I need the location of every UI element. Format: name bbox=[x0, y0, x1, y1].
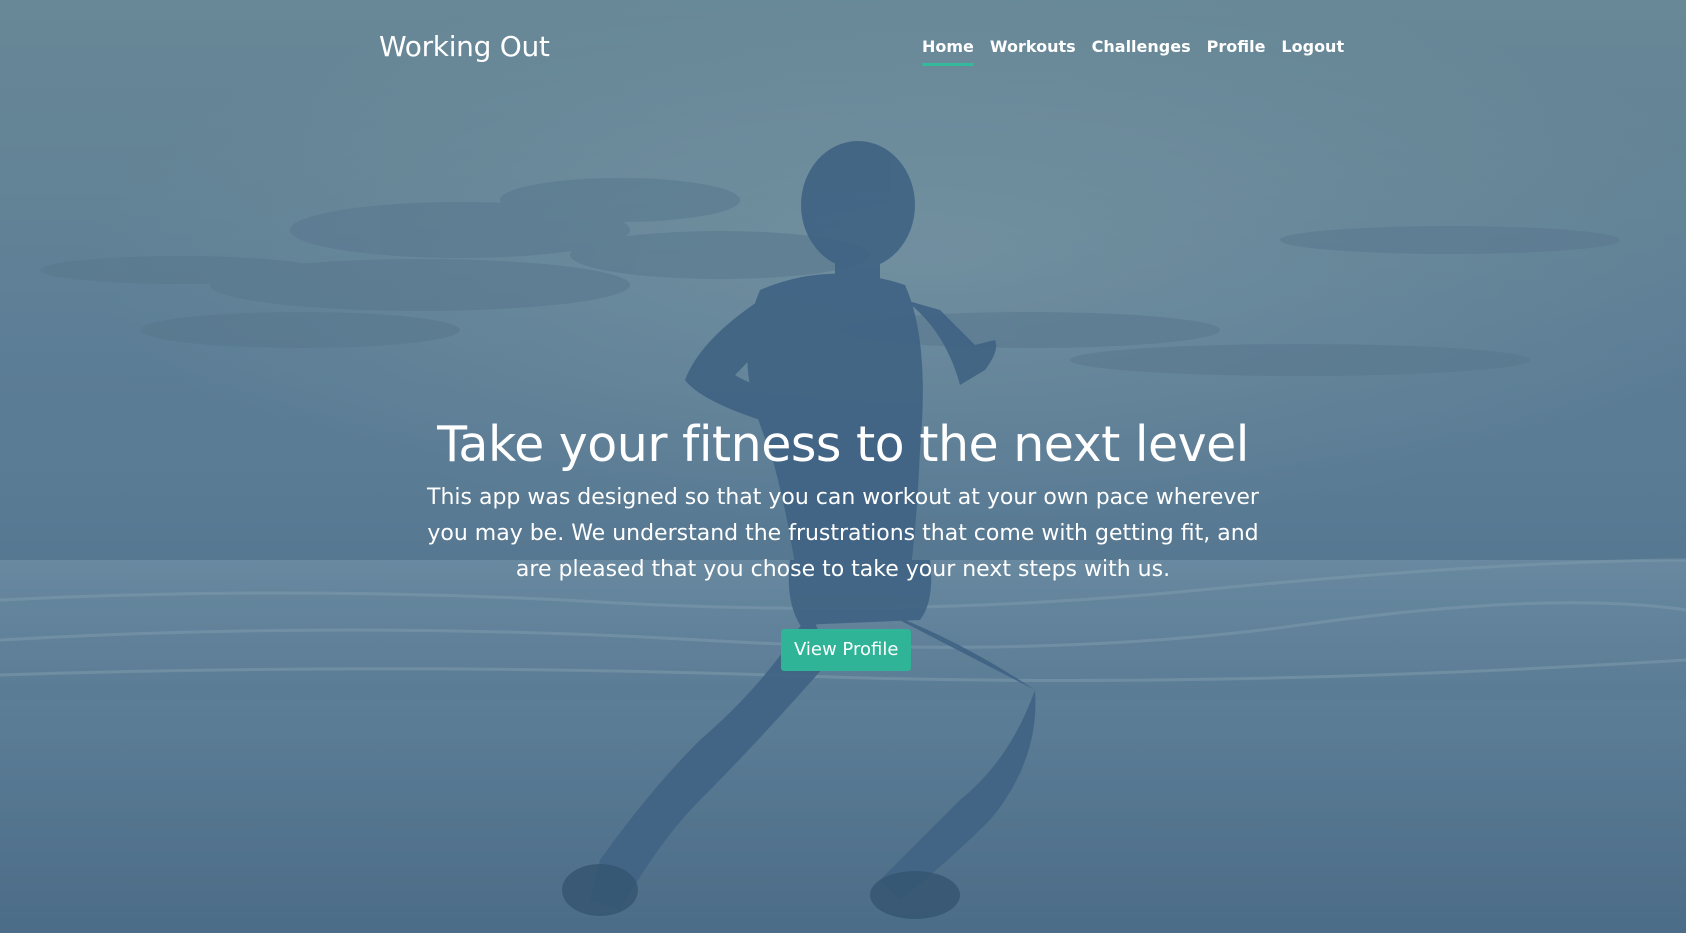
top-navbar: Working Out Home Workouts Challenges Pro… bbox=[0, 0, 1686, 90]
view-profile-button[interactable]: View Profile bbox=[781, 629, 912, 671]
hero-section: Working Out Home Workouts Challenges Pro… bbox=[0, 0, 1686, 933]
nav-link-home[interactable]: Home bbox=[922, 37, 974, 66]
cta-wrapper: View Profile bbox=[781, 629, 912, 671]
hero-description: This app was designed so that you can wo… bbox=[427, 485, 1259, 582]
nav-link-workouts[interactable]: Workouts bbox=[990, 37, 1076, 66]
nav-links: Home Workouts Challenges Profile Logout bbox=[922, 37, 1344, 66]
nav-link-challenges[interactable]: Challenges bbox=[1092, 37, 1191, 66]
brand-logo[interactable]: Working Out bbox=[379, 30, 550, 63]
nav-link-profile[interactable]: Profile bbox=[1207, 37, 1266, 66]
hero-content: Take your fitness to the next level This… bbox=[393, 412, 1293, 588]
nav-link-logout[interactable]: Logout bbox=[1281, 37, 1344, 66]
hero-title: Take your fitness to the next level bbox=[437, 416, 1249, 473]
